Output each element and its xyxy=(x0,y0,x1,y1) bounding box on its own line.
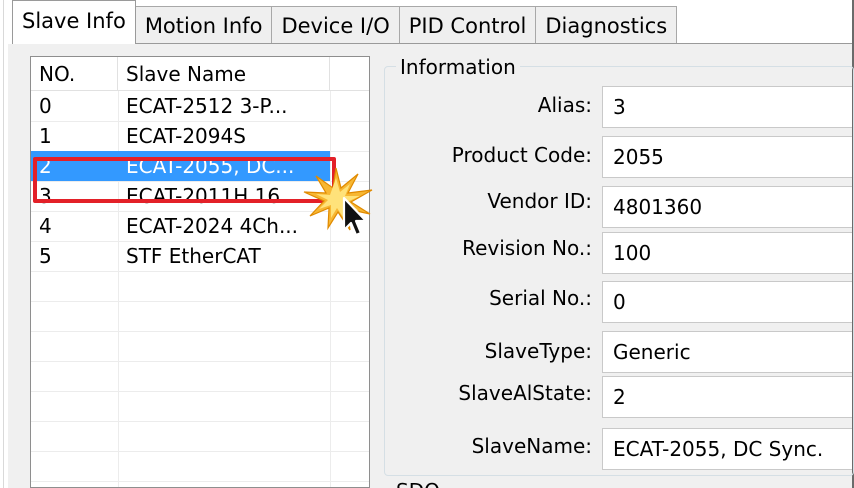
grid-line xyxy=(31,301,369,302)
slave-name-label: SlaveName: xyxy=(471,434,592,458)
tab-baseline xyxy=(12,43,854,44)
alias-label: Alias: xyxy=(537,93,592,117)
grid-line xyxy=(31,271,369,272)
alias-field[interactable]: 3 xyxy=(602,86,852,128)
slave-al-state-label: SlaveAlState: xyxy=(458,381,592,405)
tab-motion-info[interactable]: Motion Info xyxy=(134,6,273,44)
column-header-filler xyxy=(330,57,369,91)
serial-no-label: Serial No.: xyxy=(489,286,592,310)
row-slave-name: ECAT-2094S xyxy=(126,124,246,148)
window-left-edge xyxy=(0,0,4,488)
slave-type-label: SlaveType: xyxy=(484,339,592,363)
tab-device-io[interactable]: Device I/O xyxy=(271,6,400,44)
grid-line xyxy=(31,481,369,482)
row-no: 5 xyxy=(39,244,52,268)
grid-line xyxy=(31,451,369,452)
product-code-field[interactable]: 2055 xyxy=(602,136,852,178)
grid-line xyxy=(31,421,369,422)
selection-highlight-box xyxy=(33,157,336,203)
vendor-id-label: Vendor ID: xyxy=(487,189,592,213)
list-row[interactable]: 0 ECAT-2512 3-P... xyxy=(31,91,369,121)
slave-name-field[interactable]: ECAT-2055, DC Sync. xyxy=(602,428,852,470)
cursor-arrow-icon xyxy=(342,196,368,237)
slave-type-field[interactable]: Generic xyxy=(602,331,852,373)
vendor-id-field[interactable]: 4801360 xyxy=(602,186,852,228)
row-slave-name: ECAT-2512 3-P... xyxy=(126,94,288,118)
slave-al-state-field[interactable]: 2 xyxy=(602,376,852,418)
sdo-group-title: SDO xyxy=(396,479,456,488)
grid-line xyxy=(31,391,369,392)
slave-list[interactable]: NO. Slave Name 0 ECAT-2512 3-P... 1 ECAT… xyxy=(30,56,370,488)
product-code-label: Product Code: xyxy=(451,143,592,167)
column-header-no[interactable]: NO. xyxy=(31,57,118,91)
tab-diagnostics[interactable]: Diagnostics xyxy=(535,6,678,44)
list-header: NO. Slave Name xyxy=(31,57,369,91)
revision-no-label: Revision No.: xyxy=(462,236,592,260)
column-header-slave-name[interactable]: Slave Name xyxy=(118,57,330,91)
row-slave-name: ECAT-2024 4Ch... xyxy=(126,214,299,238)
tab-slave-info[interactable]: Slave Info xyxy=(12,0,136,44)
row-no: 4 xyxy=(39,214,52,238)
row-slave-name: STF EtherCAT xyxy=(126,244,261,268)
information-group-title: Information xyxy=(396,55,520,79)
sdo-group-title-partial: SDO xyxy=(396,477,456,488)
tab-pid-control[interactable]: PID Control xyxy=(398,6,537,44)
grid-line xyxy=(31,361,369,362)
cursor-overlay xyxy=(303,167,373,237)
serial-no-field[interactable]: 0 xyxy=(602,281,852,323)
row-no: 1 xyxy=(39,124,52,148)
revision-no-field[interactable]: 100 xyxy=(602,232,852,274)
list-row[interactable]: 1 ECAT-2094S xyxy=(31,121,369,151)
tab-strip: Slave Info Motion Info Device I/O PID Co… xyxy=(12,0,678,44)
grid-line xyxy=(31,331,369,332)
row-no: 0 xyxy=(39,94,52,118)
